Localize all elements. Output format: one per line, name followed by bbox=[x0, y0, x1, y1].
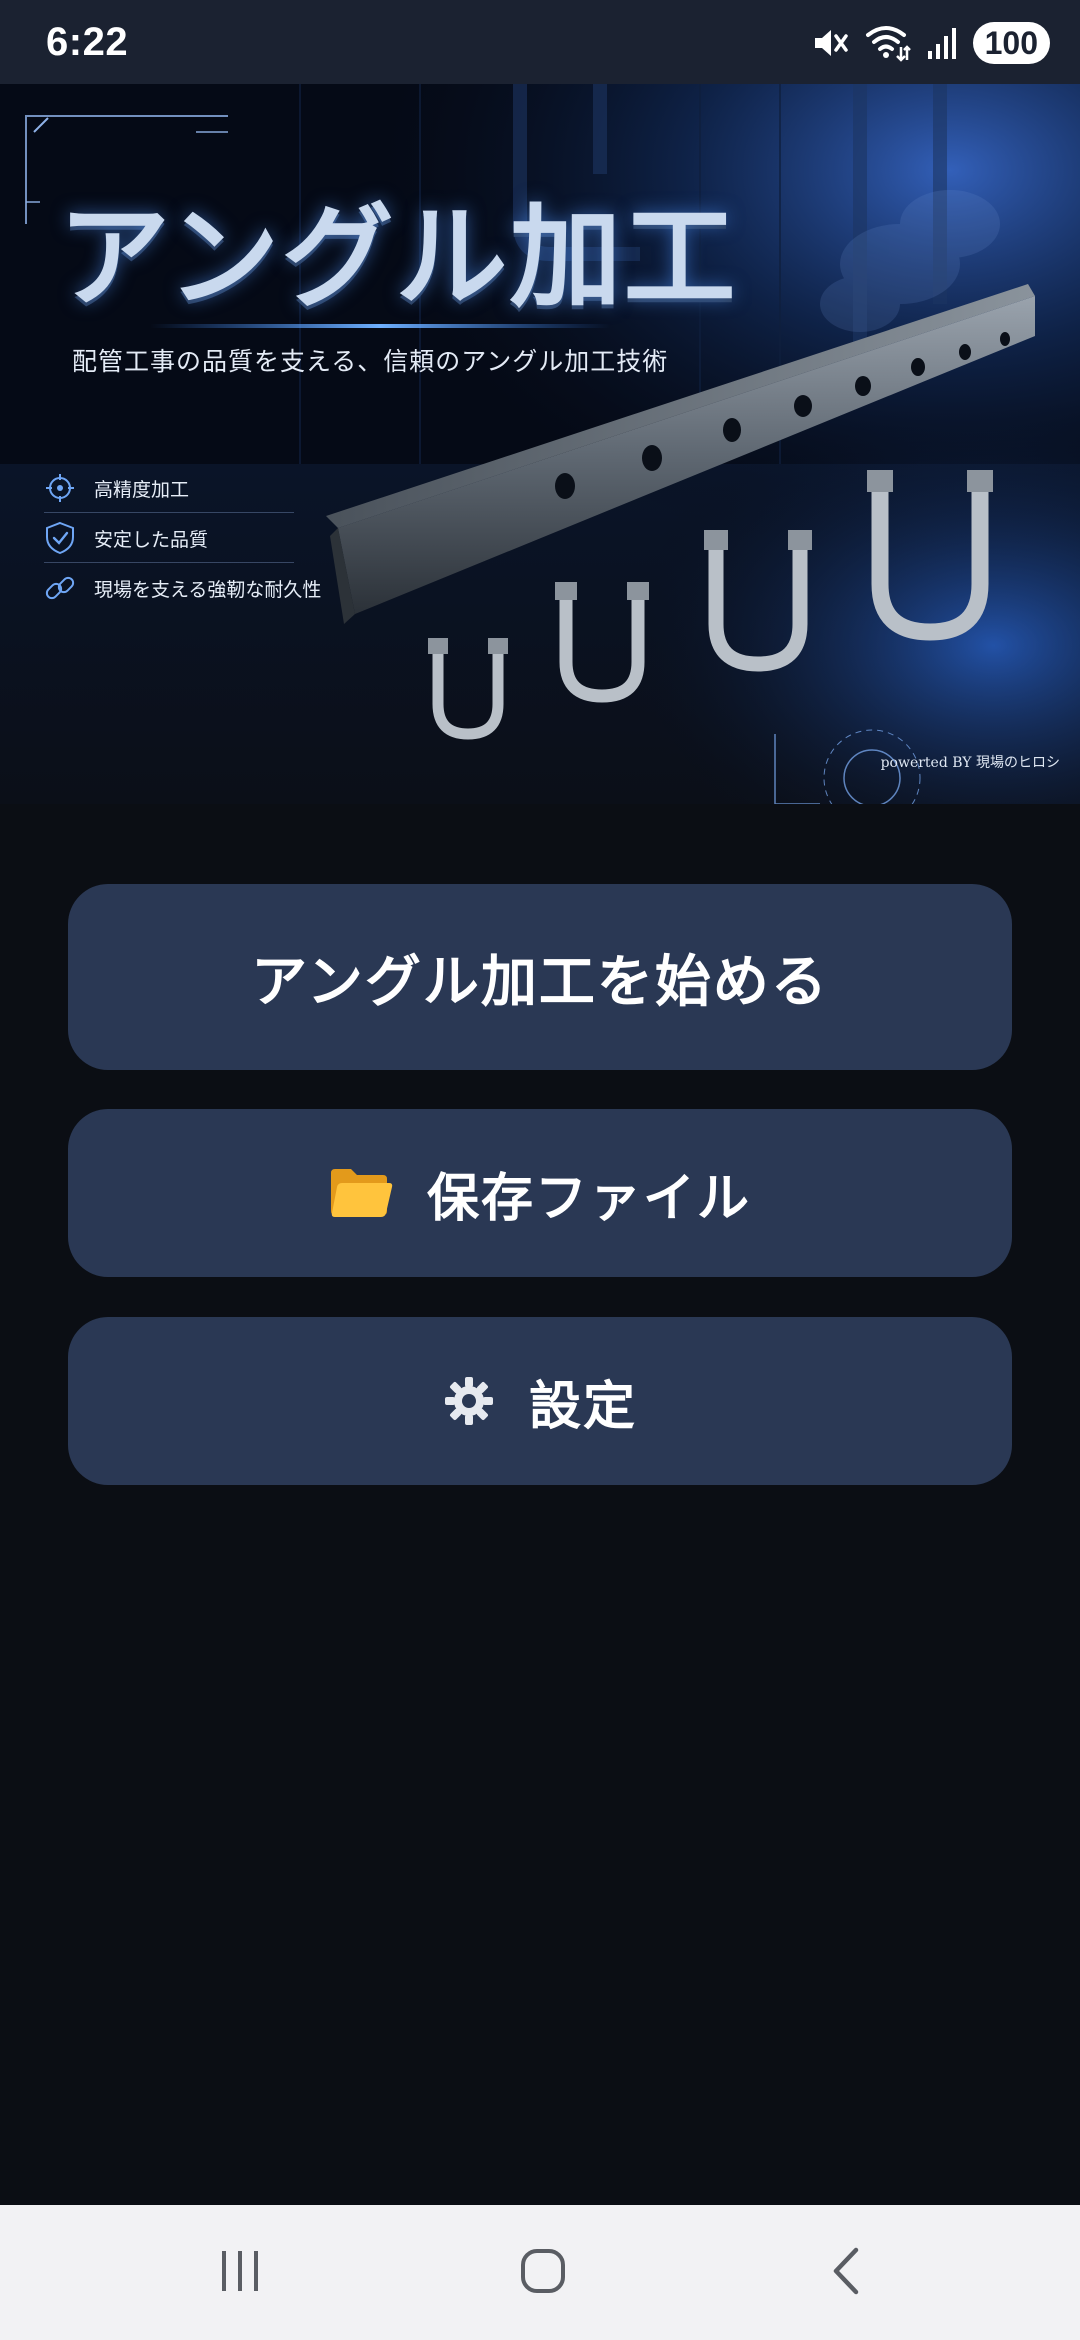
status-bar: 6:22 100 bbox=[0, 0, 1080, 84]
home-icon bbox=[519, 2247, 567, 2299]
home-button[interactable] bbox=[463, 2205, 623, 2340]
recent-apps-icon bbox=[218, 2249, 262, 2297]
link-icon bbox=[44, 572, 76, 604]
settings-label: 設定 bbox=[528, 1376, 637, 1437]
recent-apps-button[interactable] bbox=[160, 2205, 320, 2340]
mute-icon bbox=[811, 26, 849, 60]
app-screen: 6:22 100 アングル加工 配管工事の品質を支える、信頼のアングル加工技術 … bbox=[0, 0, 1080, 2340]
gear-icon bbox=[443, 1375, 495, 1427]
signal-icon bbox=[927, 27, 957, 59]
hero-title: アングル加工 bbox=[58, 192, 738, 323]
saved-files-label: 保存ファイル bbox=[426, 1168, 751, 1229]
hero-banner: アングル加工 配管工事の品質を支える、信頼のアングル加工技術 高精度加工 安定し… bbox=[0, 84, 1080, 804]
feature-durability: 現場を支える強靭な耐久性 bbox=[44, 568, 321, 608]
folder-icon bbox=[329, 1165, 393, 1221]
back-icon bbox=[826, 2246, 866, 2300]
status-time: 6:22 bbox=[46, 20, 129, 64]
feature-label: 現場を支える強靭な耐久性 bbox=[94, 578, 322, 601]
start-angle-processing-button[interactable]: アングル加工を始める bbox=[68, 884, 1012, 1070]
wifi-icon bbox=[865, 23, 911, 63]
divider bbox=[44, 512, 294, 513]
feature-precision: 高精度加工 bbox=[44, 468, 189, 508]
shield-check-icon bbox=[44, 521, 76, 555]
back-button[interactable] bbox=[766, 2205, 926, 2340]
settings-button[interactable]: 設定 bbox=[68, 1317, 1012, 1485]
crosshair-icon bbox=[44, 472, 76, 504]
status-icons: 100 bbox=[811, 18, 1050, 68]
divider bbox=[44, 562, 294, 563]
system-navigation-bar bbox=[0, 2205, 1080, 2340]
feature-label: 安定した品質 bbox=[94, 528, 209, 551]
start-button-label: アングル加工を始める bbox=[251, 949, 829, 1015]
feature-label: 高精度加工 bbox=[94, 478, 190, 501]
battery-icon: 100 bbox=[972, 22, 1050, 64]
hero-credit: powerted BY 現場のヒロシ bbox=[880, 755, 1060, 771]
saved-files-button[interactable]: 保存ファイル bbox=[68, 1109, 1012, 1277]
feature-quality: 安定した品質 bbox=[44, 518, 208, 558]
hero-subtitle: 配管工事の品質を支える、信頼のアングル加工技術 bbox=[72, 347, 669, 376]
